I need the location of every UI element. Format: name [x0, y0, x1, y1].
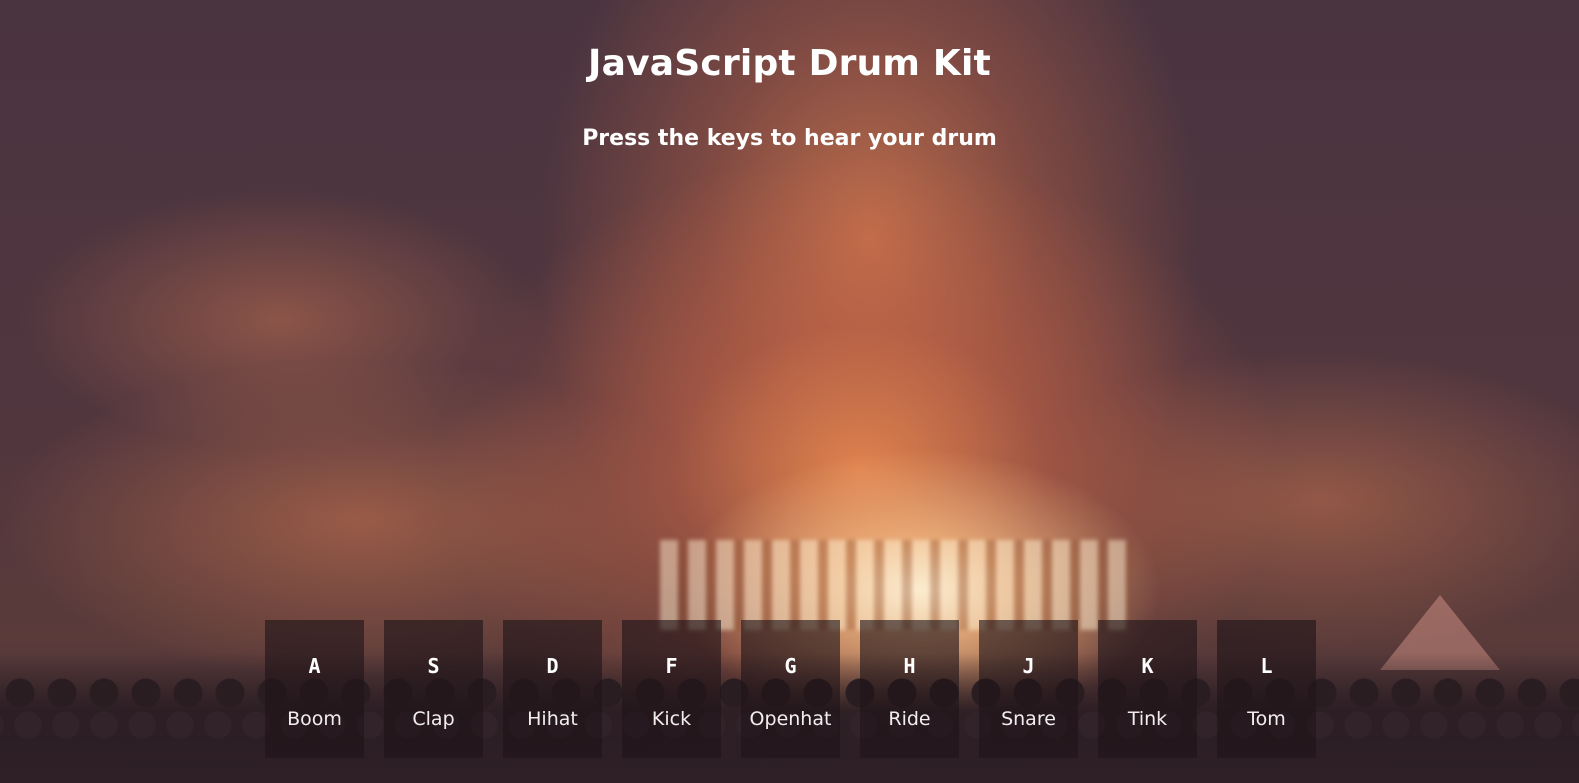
key-sound-label: Snare	[1001, 708, 1056, 730]
key-letter: H	[903, 654, 916, 678]
key-sound-label: Openhat	[749, 708, 832, 730]
key-sound-label: Tink	[1127, 708, 1168, 730]
key-letter: D	[546, 654, 559, 678]
header: JavaScript Drum Kit Press the keys to he…	[0, 38, 1579, 154]
key-sound-label: Tom	[1247, 708, 1286, 730]
key-sound-label: Boom	[287, 708, 342, 730]
key-sound-label: Ride	[888, 708, 931, 730]
key-letter: G	[784, 654, 797, 678]
page-subtitle: Press the keys to hear your drum	[582, 126, 997, 151]
key-sound-label: Kick	[651, 708, 692, 730]
key-sound-label: Clap	[412, 708, 455, 730]
drum-key-d[interactable]: D Hihat	[503, 620, 602, 758]
page-title: JavaScript Drum Kit	[588, 43, 991, 84]
key-letter: J	[1022, 654, 1035, 678]
stage-lights	[660, 540, 1130, 630]
key-letter: K	[1141, 654, 1154, 678]
drum-key-h[interactable]: H Ride	[860, 620, 959, 758]
drum-key-k[interactable]: K Tink	[1098, 620, 1197, 758]
key-letter: F	[665, 654, 678, 678]
key-letter: S	[427, 654, 440, 678]
drum-keys: A Boom S Clap D Hihat F Kick G Openhat H…	[265, 620, 1316, 758]
drum-key-l[interactable]: L Tom	[1217, 620, 1316, 758]
key-sound-label: Hihat	[527, 708, 578, 730]
drum-key-s[interactable]: S Clap	[384, 620, 483, 758]
drum-key-f[interactable]: F Kick	[622, 620, 721, 758]
key-letter: L	[1260, 654, 1273, 678]
drum-key-g[interactable]: G Openhat	[741, 620, 840, 758]
drum-key-a[interactable]: A Boom	[265, 620, 364, 758]
key-letter: A	[308, 654, 321, 678]
drum-key-j[interactable]: J Snare	[979, 620, 1078, 758]
